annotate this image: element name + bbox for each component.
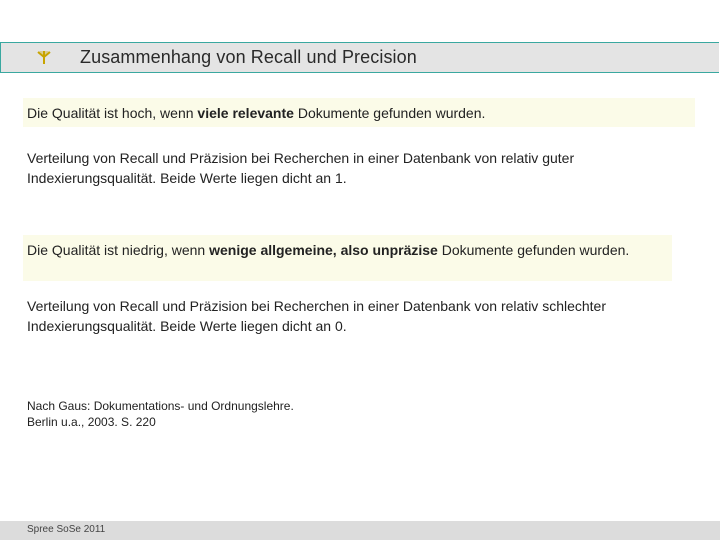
slide: Zusammenhang von Recall und Precision Di… bbox=[0, 0, 720, 540]
footer-bar: Spree SoSe 2011 bbox=[0, 521, 720, 540]
checkmark-arrow-icon bbox=[36, 48, 52, 66]
source-line-1: Nach Gaus: Dokumentations- und Ordnungsl… bbox=[27, 399, 294, 413]
box2-text-bold: wenige allgemeine, also unpräzise bbox=[209, 242, 438, 258]
source-line-2: Berlin u.a., 2003. S. 220 bbox=[27, 415, 156, 429]
footer-text: Spree SoSe 2011 bbox=[27, 524, 106, 535]
slide-title: Zusammenhang von Recall und Precision bbox=[80, 47, 417, 67]
source-citation: Nach Gaus: Dokumentations- und Ordnungsl… bbox=[27, 398, 294, 430]
box1-text-after: Dokumente gefunden wurden. bbox=[293, 105, 486, 121]
box2-text-before: Die Qualität ist niedrig, wenn bbox=[27, 242, 210, 258]
paragraph-low-quality: Verteilung von Recall und Präzision bei … bbox=[27, 298, 606, 334]
box2-text-after: Dokumente gefunden wurden. bbox=[437, 242, 630, 258]
box1-text-before: Die Qualität ist hoch, wenn bbox=[27, 105, 198, 121]
highlight-box-high-quality: Die Qualität ist hoch, wenn viele releva… bbox=[23, 98, 695, 127]
highlight-box-low-quality: Die Qualität ist niedrig, wenn wenige al… bbox=[23, 235, 672, 281]
box1-text-bold: viele relevante bbox=[197, 105, 294, 121]
title-bar: Zusammenhang von Recall und Precision bbox=[0, 42, 719, 73]
paragraph-high-quality: Verteilung von Recall und Präzision bei … bbox=[27, 150, 575, 186]
